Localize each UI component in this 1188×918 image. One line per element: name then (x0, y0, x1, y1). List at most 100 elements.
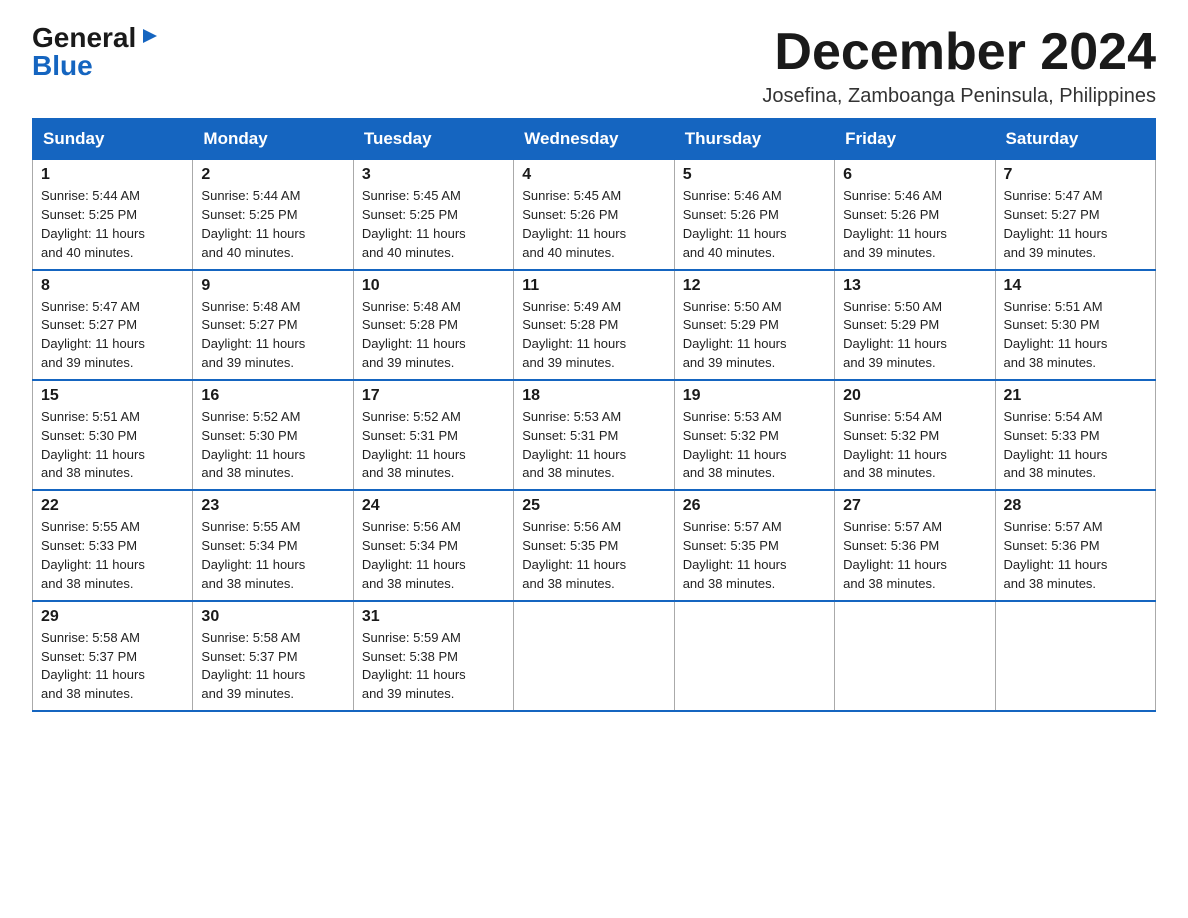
day-info: Sunrise: 5:57 AM Sunset: 5:36 PM Dayligh… (843, 518, 986, 593)
day-number: 24 (362, 497, 505, 515)
day-number: 21 (1004, 387, 1147, 405)
calendar-cell: 30 Sunrise: 5:58 AM Sunset: 5:37 PM Dayl… (193, 601, 353, 711)
calendar-header-row: SundayMondayTuesdayWednesdayThursdayFrid… (33, 119, 1156, 160)
logo: General Blue (32, 24, 161, 80)
calendar-cell: 18 Sunrise: 5:53 AM Sunset: 5:31 PM Dayl… (514, 380, 674, 490)
calendar-table: SundayMondayTuesdayWednesdayThursdayFrid… (32, 118, 1156, 712)
day-number: 16 (201, 387, 344, 405)
header-monday: Monday (193, 119, 353, 160)
day-info: Sunrise: 5:57 AM Sunset: 5:35 PM Dayligh… (683, 518, 826, 593)
header-tuesday: Tuesday (353, 119, 513, 160)
day-info: Sunrise: 5:53 AM Sunset: 5:32 PM Dayligh… (683, 408, 826, 483)
calendar-cell (674, 601, 834, 711)
calendar-cell: 8 Sunrise: 5:47 AM Sunset: 5:27 PM Dayli… (33, 270, 193, 380)
day-number: 10 (362, 277, 505, 295)
day-info: Sunrise: 5:52 AM Sunset: 5:31 PM Dayligh… (362, 408, 505, 483)
day-info: Sunrise: 5:55 AM Sunset: 5:33 PM Dayligh… (41, 518, 184, 593)
day-info: Sunrise: 5:54 AM Sunset: 5:32 PM Dayligh… (843, 408, 986, 483)
day-info: Sunrise: 5:54 AM Sunset: 5:33 PM Dayligh… (1004, 408, 1147, 483)
day-info: Sunrise: 5:50 AM Sunset: 5:29 PM Dayligh… (683, 298, 826, 373)
calendar-cell: 16 Sunrise: 5:52 AM Sunset: 5:30 PM Dayl… (193, 380, 353, 490)
logo-triangle-icon (139, 25, 161, 47)
day-number: 28 (1004, 497, 1147, 515)
day-number: 23 (201, 497, 344, 515)
calendar-cell: 17 Sunrise: 5:52 AM Sunset: 5:31 PM Dayl… (353, 380, 513, 490)
calendar-cell: 9 Sunrise: 5:48 AM Sunset: 5:27 PM Dayli… (193, 270, 353, 380)
calendar-cell: 14 Sunrise: 5:51 AM Sunset: 5:30 PM Dayl… (995, 270, 1155, 380)
day-number: 11 (522, 277, 665, 295)
day-number: 4 (522, 166, 665, 184)
calendar-cell (995, 601, 1155, 711)
calendar-cell: 28 Sunrise: 5:57 AM Sunset: 5:36 PM Dayl… (995, 490, 1155, 600)
day-number: 7 (1004, 166, 1147, 184)
day-number: 13 (843, 277, 986, 295)
header-saturday: Saturday (995, 119, 1155, 160)
calendar-week-row: 8 Sunrise: 5:47 AM Sunset: 5:27 PM Dayli… (33, 270, 1156, 380)
calendar-cell: 20 Sunrise: 5:54 AM Sunset: 5:32 PM Dayl… (835, 380, 995, 490)
calendar-cell: 3 Sunrise: 5:45 AM Sunset: 5:25 PM Dayli… (353, 160, 513, 270)
calendar-cell: 15 Sunrise: 5:51 AM Sunset: 5:30 PM Dayl… (33, 380, 193, 490)
day-info: Sunrise: 5:51 AM Sunset: 5:30 PM Dayligh… (1004, 298, 1147, 373)
calendar-cell: 25 Sunrise: 5:56 AM Sunset: 5:35 PM Dayl… (514, 490, 674, 600)
day-info: Sunrise: 5:44 AM Sunset: 5:25 PM Dayligh… (201, 187, 344, 262)
location-subtitle: Josefina, Zamboanga Peninsula, Philippin… (762, 85, 1156, 108)
day-number: 2 (201, 166, 344, 184)
day-number: 15 (41, 387, 184, 405)
day-info: Sunrise: 5:48 AM Sunset: 5:27 PM Dayligh… (201, 298, 344, 373)
day-info: Sunrise: 5:53 AM Sunset: 5:31 PM Dayligh… (522, 408, 665, 483)
day-number: 20 (843, 387, 986, 405)
day-info: Sunrise: 5:57 AM Sunset: 5:36 PM Dayligh… (1004, 518, 1147, 593)
day-info: Sunrise: 5:49 AM Sunset: 5:28 PM Dayligh… (522, 298, 665, 373)
day-info: Sunrise: 5:47 AM Sunset: 5:27 PM Dayligh… (1004, 187, 1147, 262)
day-info: Sunrise: 5:55 AM Sunset: 5:34 PM Dayligh… (201, 518, 344, 593)
day-info: Sunrise: 5:56 AM Sunset: 5:34 PM Dayligh… (362, 518, 505, 593)
month-title: December 2024 (762, 24, 1156, 81)
calendar-cell: 31 Sunrise: 5:59 AM Sunset: 5:38 PM Dayl… (353, 601, 513, 711)
calendar-cell: 1 Sunrise: 5:44 AM Sunset: 5:25 PM Dayli… (33, 160, 193, 270)
day-number: 30 (201, 608, 344, 626)
title-block: December 2024 Josefina, Zamboanga Penins… (762, 24, 1156, 108)
day-info: Sunrise: 5:46 AM Sunset: 5:26 PM Dayligh… (843, 187, 986, 262)
day-number: 19 (683, 387, 826, 405)
calendar-week-row: 15 Sunrise: 5:51 AM Sunset: 5:30 PM Dayl… (33, 380, 1156, 490)
calendar-cell: 22 Sunrise: 5:55 AM Sunset: 5:33 PM Dayl… (33, 490, 193, 600)
header-friday: Friday (835, 119, 995, 160)
day-info: Sunrise: 5:50 AM Sunset: 5:29 PM Dayligh… (843, 298, 986, 373)
day-number: 31 (362, 608, 505, 626)
calendar-cell: 10 Sunrise: 5:48 AM Sunset: 5:28 PM Dayl… (353, 270, 513, 380)
calendar-cell: 6 Sunrise: 5:46 AM Sunset: 5:26 PM Dayli… (835, 160, 995, 270)
calendar-cell: 27 Sunrise: 5:57 AM Sunset: 5:36 PM Dayl… (835, 490, 995, 600)
day-number: 14 (1004, 277, 1147, 295)
calendar-week-row: 22 Sunrise: 5:55 AM Sunset: 5:33 PM Dayl… (33, 490, 1156, 600)
day-info: Sunrise: 5:56 AM Sunset: 5:35 PM Dayligh… (522, 518, 665, 593)
calendar-cell: 5 Sunrise: 5:46 AM Sunset: 5:26 PM Dayli… (674, 160, 834, 270)
day-number: 22 (41, 497, 184, 515)
calendar-cell (514, 601, 674, 711)
calendar-cell: 12 Sunrise: 5:50 AM Sunset: 5:29 PM Dayl… (674, 270, 834, 380)
day-info: Sunrise: 5:58 AM Sunset: 5:37 PM Dayligh… (201, 629, 344, 704)
day-info: Sunrise: 5:45 AM Sunset: 5:25 PM Dayligh… (362, 187, 505, 262)
calendar-cell (835, 601, 995, 711)
day-number: 3 (362, 166, 505, 184)
day-number: 5 (683, 166, 826, 184)
calendar-cell: 23 Sunrise: 5:55 AM Sunset: 5:34 PM Dayl… (193, 490, 353, 600)
day-info: Sunrise: 5:58 AM Sunset: 5:37 PM Dayligh… (41, 629, 184, 704)
day-info: Sunrise: 5:52 AM Sunset: 5:30 PM Dayligh… (201, 408, 344, 483)
day-info: Sunrise: 5:48 AM Sunset: 5:28 PM Dayligh… (362, 298, 505, 373)
calendar-week-row: 1 Sunrise: 5:44 AM Sunset: 5:25 PM Dayli… (33, 160, 1156, 270)
day-info: Sunrise: 5:47 AM Sunset: 5:27 PM Dayligh… (41, 298, 184, 373)
day-number: 25 (522, 497, 665, 515)
day-number: 9 (201, 277, 344, 295)
day-number: 29 (41, 608, 184, 626)
calendar-week-row: 29 Sunrise: 5:58 AM Sunset: 5:37 PM Dayl… (33, 601, 1156, 711)
day-number: 26 (683, 497, 826, 515)
calendar-cell: 13 Sunrise: 5:50 AM Sunset: 5:29 PM Dayl… (835, 270, 995, 380)
day-number: 18 (522, 387, 665, 405)
day-number: 17 (362, 387, 505, 405)
day-number: 8 (41, 277, 184, 295)
day-number: 12 (683, 277, 826, 295)
day-info: Sunrise: 5:51 AM Sunset: 5:30 PM Dayligh… (41, 408, 184, 483)
calendar-cell: 24 Sunrise: 5:56 AM Sunset: 5:34 PM Dayl… (353, 490, 513, 600)
header-thursday: Thursday (674, 119, 834, 160)
calendar-cell: 4 Sunrise: 5:45 AM Sunset: 5:26 PM Dayli… (514, 160, 674, 270)
